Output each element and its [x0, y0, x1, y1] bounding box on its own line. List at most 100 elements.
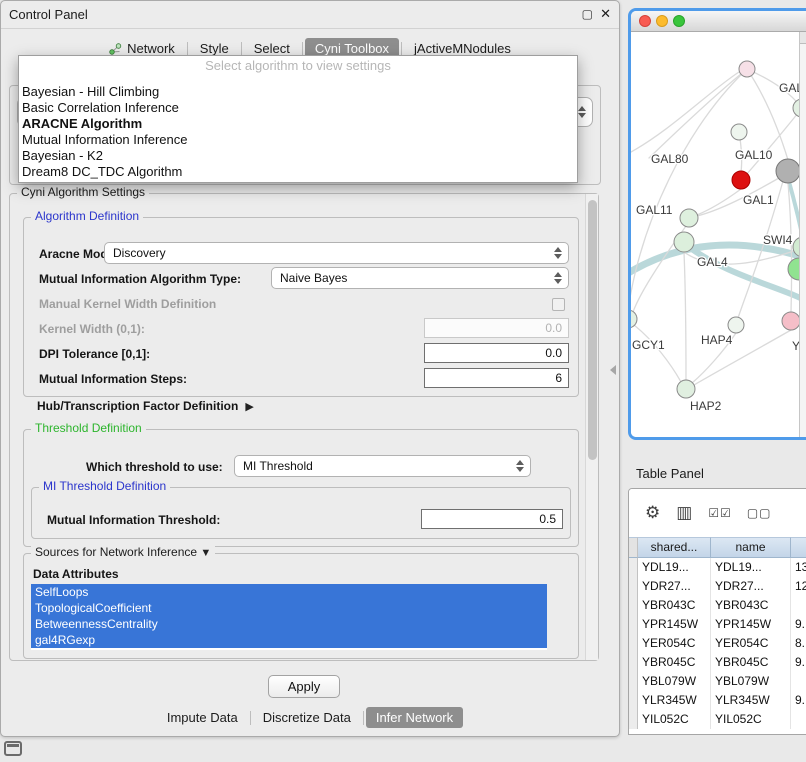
attribute-item-selfloops[interactable]: SelfLoops	[31, 584, 547, 600]
network-canvas[interactable]: GALGAL80GAL10GAL11GAL1SWI4GAL4GCY1HAP4HA…	[631, 32, 806, 437]
table-row[interactable]: YBR043CYBR043C	[629, 596, 806, 615]
node-label-gcy1: GCY1	[632, 338, 665, 352]
attribute-item-topologicalcoefficient[interactable]: TopologicalCoefficient	[31, 600, 547, 616]
network-vertical-scrollbar[interactable]	[799, 32, 806, 437]
aracne-mode-combo[interactable]: Discovery	[104, 242, 569, 264]
threshold-definition-legend: Threshold Definition	[35, 421, 142, 435]
table-row[interactable]: YPR145WYPR145W9.	[629, 615, 806, 634]
kernel-width-field[interactable]: 0.0	[424, 318, 569, 338]
header-gutter	[629, 537, 638, 558]
table-panel-title: Table Panel	[636, 466, 704, 481]
mi-algorithm-type-value: Naive Bayes	[280, 271, 347, 285]
table-row[interactable]: YDL19...YDL19...13	[629, 558, 806, 577]
tab-label: Discretize Data	[263, 710, 351, 725]
table-cell: YBR045C	[638, 653, 711, 672]
algorithm-option-mutual-information-inference[interactable]: Mutual Information Inference	[19, 132, 577, 148]
tab-separator	[363, 711, 364, 725]
network-node[interactable]	[631, 310, 637, 328]
attribute-item-betweennesscentrality[interactable]: BetweennessCentrality	[31, 616, 547, 632]
tab-label: Cyni Toolbox	[315, 41, 389, 56]
column-header-name[interactable]: name	[711, 537, 791, 558]
table-row[interactable]: YER054CYER054C8.	[629, 634, 806, 653]
mi-threshold-legend: MI Threshold Definition	[43, 479, 166, 493]
bottom-tab-impute-data[interactable]: Impute Data	[157, 707, 248, 728]
tab-label: Impute Data	[167, 710, 238, 725]
settings-scrollbar[interactable]	[585, 194, 598, 660]
dpi-tolerance-field[interactable]: 0.0	[424, 343, 569, 363]
tab-label: Network	[127, 41, 175, 56]
deselect-all-checkboxes-icon[interactable]: ▢▢	[747, 506, 772, 520]
attribute-item-gal4rgexp[interactable]: gal4RGexp	[31, 632, 547, 648]
network-node[interactable]	[728, 317, 744, 333]
zoom-window-button[interactable]	[673, 15, 685, 27]
table-row[interactable]: YBR045CYBR045C9.	[629, 653, 806, 672]
algorithm-option-bayesian-hill-climbing[interactable]: Bayesian - Hill Climbing	[19, 84, 577, 100]
table-cell: YLR345W	[711, 691, 791, 710]
column-header-col2[interactable]	[791, 537, 806, 558]
network-edge[interactable]	[649, 69, 747, 158]
bottom-tab-discretize-data[interactable]: Discretize Data	[253, 707, 361, 728]
network-node[interactable]	[674, 232, 694, 252]
network-node[interactable]	[732, 171, 750, 189]
network-edge[interactable]	[684, 252, 686, 380]
network-window-titlebar[interactable]	[631, 11, 806, 32]
node-label-gal1: GAL1	[743, 193, 774, 207]
table-cell: YDL19...	[711, 558, 791, 577]
select-all-checkboxes-icon[interactable]: ☑☑	[708, 506, 732, 520]
network-node[interactable]	[677, 380, 695, 398]
splitter-handle[interactable]	[610, 365, 616, 375]
scroll-button[interactable]	[800, 32, 806, 44]
data-attributes-list[interactable]: SelfLoopsTopologicalCoefficientBetweenne…	[31, 584, 547, 650]
table-row[interactable]: YLR345WYLR345W9.	[629, 691, 806, 710]
network-node[interactable]	[782, 312, 800, 330]
collapsed-arrow-icon[interactable]: ▶	[245, 400, 253, 413]
algorithm-option-basic-correlation-inference[interactable]: Basic Correlation Inference	[19, 100, 577, 116]
network-node[interactable]	[776, 159, 800, 183]
settings-scrollbar-thumb[interactable]	[588, 200, 597, 460]
table-row[interactable]: YBL079WYBL079W	[629, 672, 806, 691]
combo-stepper-icon	[552, 243, 564, 263]
data-attributes-label: Data Attributes	[33, 567, 119, 581]
node-label-gal10: GAL10	[735, 148, 773, 162]
table-cell: 13	[791, 558, 806, 577]
network-edge[interactable]	[634, 325, 681, 382]
network-edge[interactable]	[631, 72, 739, 152]
minimize-window-button[interactable]	[656, 15, 668, 27]
manual-kernel-width-checkbox[interactable]	[552, 298, 565, 311]
close-window-button[interactable]	[639, 15, 651, 27]
column-selector-icon[interactable]: ▥	[676, 503, 693, 523]
network-node[interactable]	[680, 209, 698, 227]
table-cell	[791, 672, 806, 691]
hub-definition-section[interactable]: Hub/Transcription Factor Definition ▶	[37, 399, 254, 413]
apply-button[interactable]: Apply	[268, 675, 340, 698]
close-panel-icon[interactable]: ✕	[600, 6, 611, 22]
sources-legend-label: Sources for Network Inference	[35, 545, 197, 559]
float-panel-icon[interactable]: ▢	[582, 7, 593, 21]
network-edge[interactable]	[631, 69, 747, 310]
network-tab-icon	[109, 43, 122, 55]
algorithm-option-dream8-dc-tdc-algorithm[interactable]: Dream8 DC_TDC Algorithm	[19, 164, 577, 180]
manual-kernel-width-label: Manual Kernel Width Definition	[39, 297, 216, 311]
column-header-shared[interactable]: shared...	[638, 537, 711, 558]
which-threshold-combo[interactable]: MI Threshold	[234, 455, 531, 477]
kernel-width-label: Kernel Width (0,1):	[39, 322, 145, 336]
gear-icon[interactable]: ⚙	[645, 503, 661, 523]
tab-label: Style	[200, 41, 229, 56]
mi-steps-field[interactable]: 6	[424, 368, 569, 388]
mi-threshold-field[interactable]: 0.5	[421, 509, 563, 529]
algorithm-option-aracne-algorithm[interactable]: ARACNE Algorithm	[19, 116, 577, 132]
node-label-hap2: HAP2	[690, 399, 722, 413]
network-node[interactable]	[739, 61, 755, 77]
network-node[interactable]	[731, 124, 747, 140]
table-cell: YDR27...	[711, 577, 791, 596]
table-cell: YIL052C	[638, 710, 711, 729]
row-gutter	[629, 710, 638, 729]
restore-panel-icon[interactable]	[4, 741, 22, 756]
bottom-tab-infer-network[interactable]: Infer Network	[366, 707, 463, 728]
table-row[interactable]: YIL052CYIL052C	[629, 710, 806, 729]
table-row[interactable]: YDR27...YDR27...12.	[629, 577, 806, 596]
algorithm-option-bayesian-k2[interactable]: Bayesian - K2	[19, 148, 577, 164]
mi-algorithm-type-combo[interactable]: Naive Bayes	[271, 267, 569, 289]
table-cell: YBR043C	[711, 596, 791, 615]
expanded-arrow-icon[interactable]: ▼	[200, 547, 211, 559]
